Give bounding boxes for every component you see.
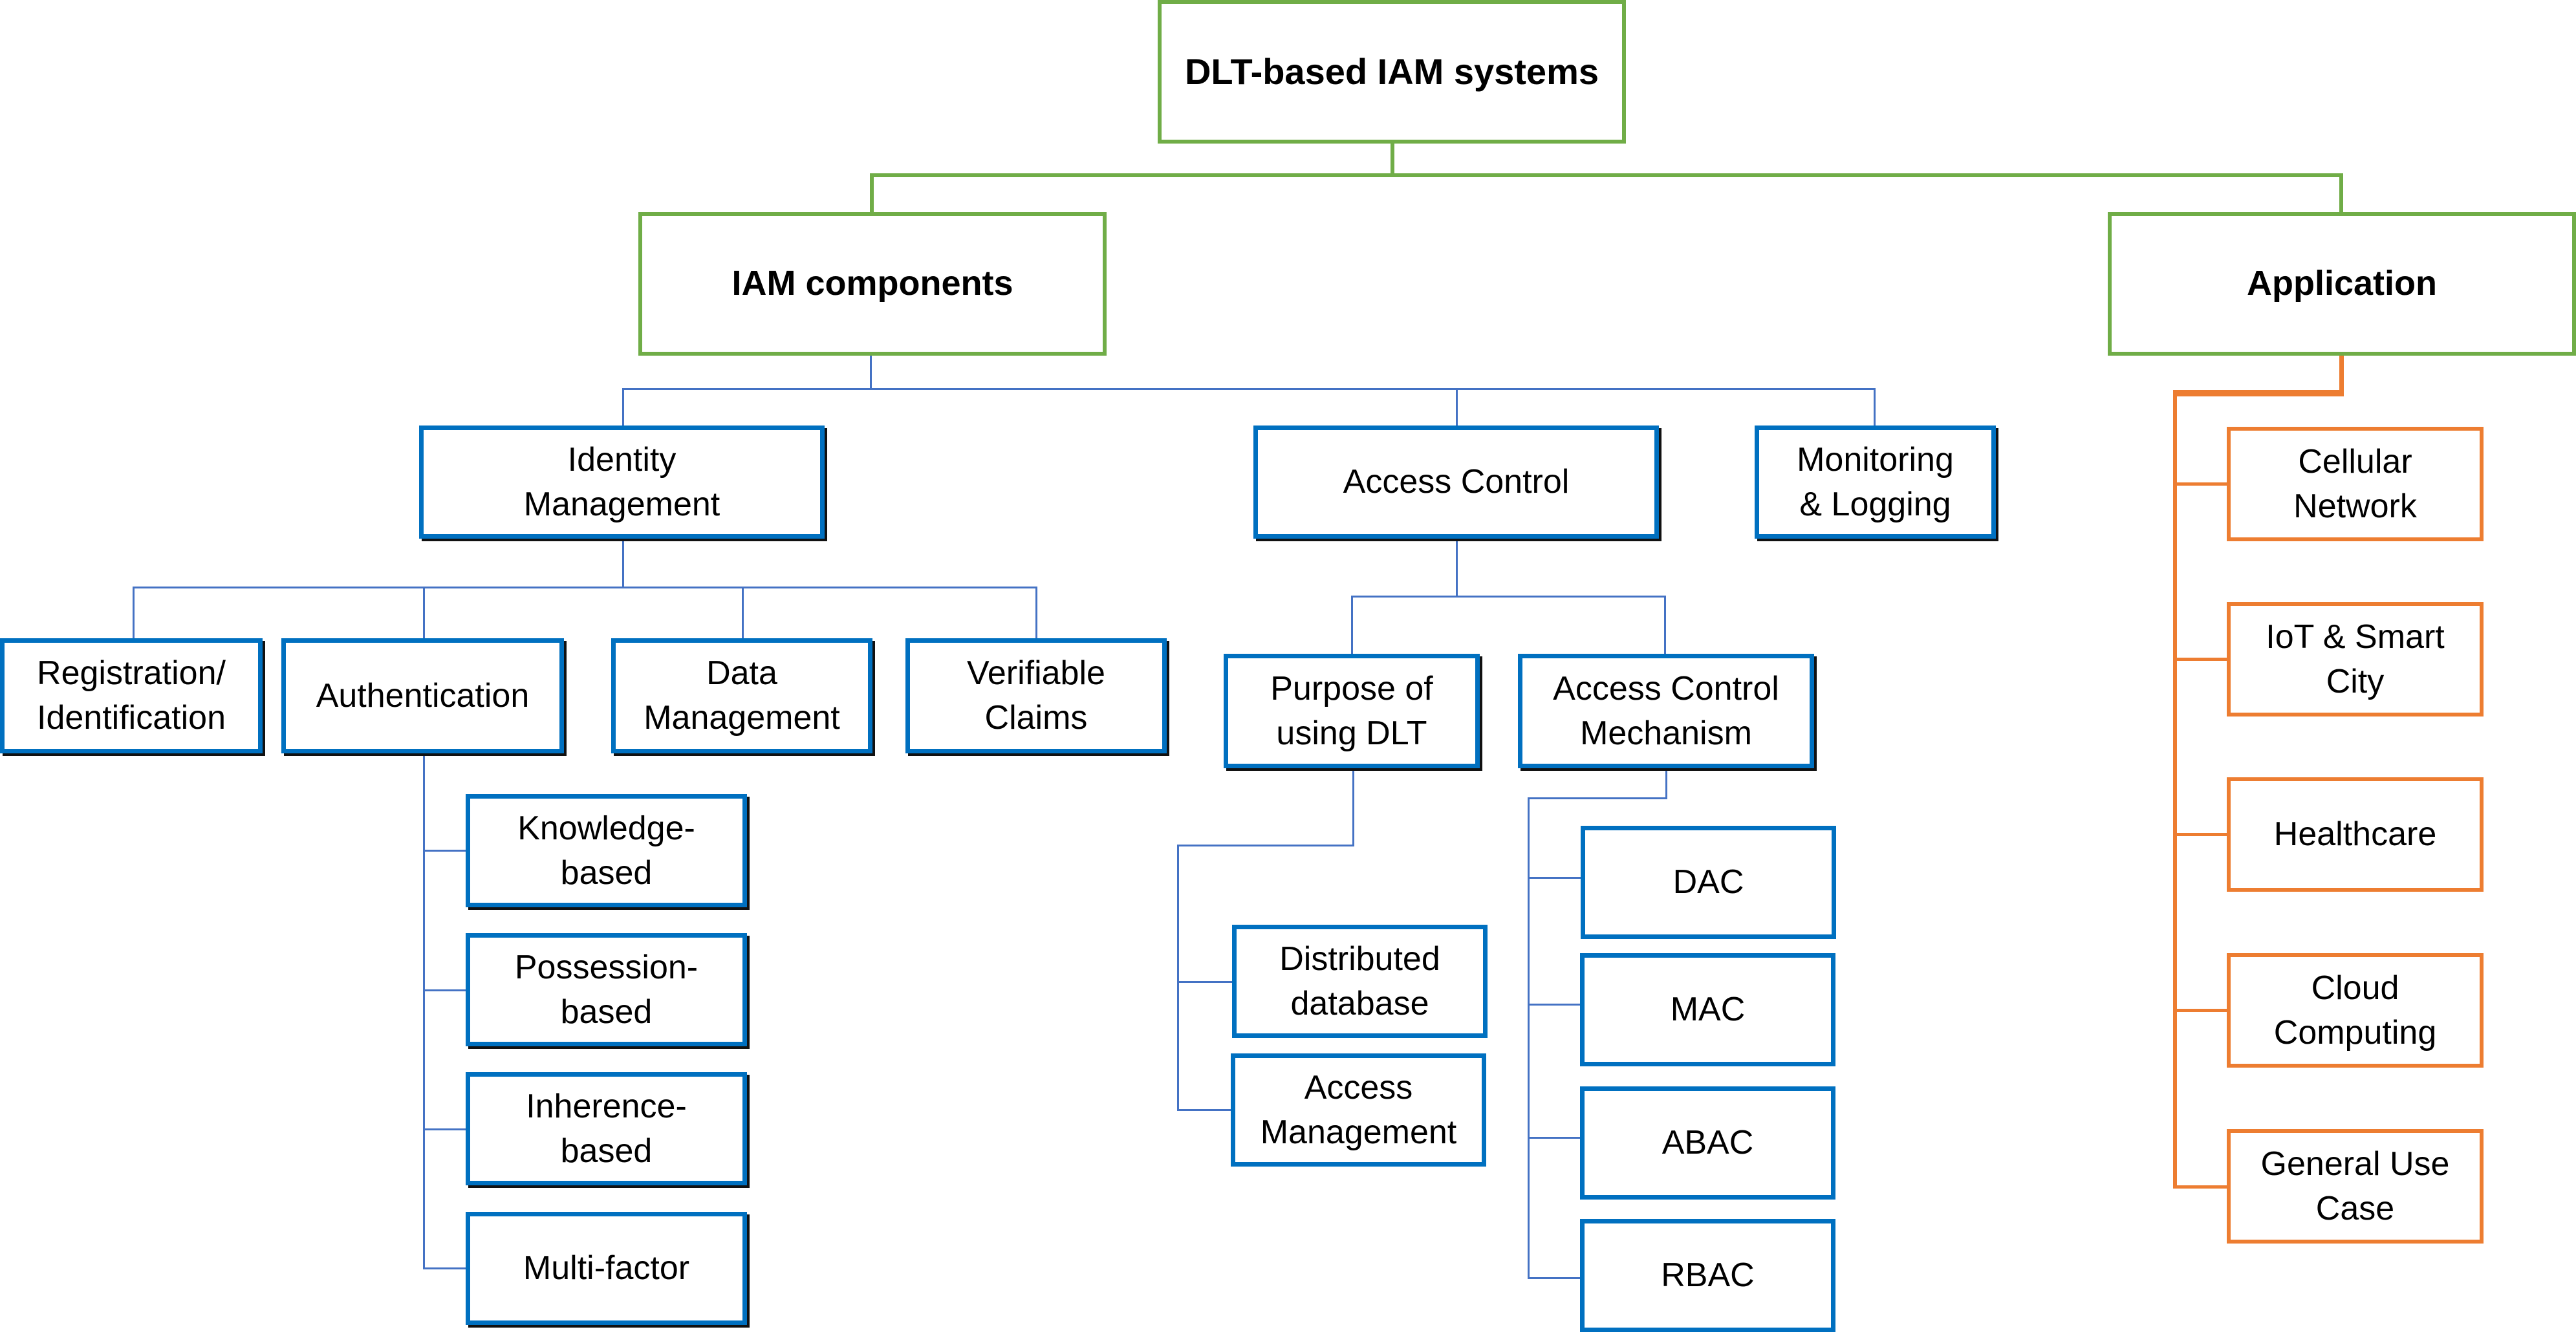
node-abac: ABAC <box>1580 1086 1835 1200</box>
node-rbac: RBAC <box>1580 1219 1835 1332</box>
connector <box>1528 797 1667 799</box>
connector <box>1351 596 1353 655</box>
connector <box>2173 833 2228 836</box>
node-access-control-mechanism: Access Control Mechanism <box>1518 654 1814 768</box>
node-authentication: Authentication <box>281 638 564 753</box>
connector <box>1874 388 1876 427</box>
node-data-management: Data Management <box>611 638 872 753</box>
node-application: Application <box>2108 212 2576 356</box>
connector <box>1528 877 1581 879</box>
connector <box>423 753 425 1269</box>
connector <box>1528 1277 1581 1279</box>
node-monitoring-logging: Monitoring & Logging <box>1755 426 1996 539</box>
node-purpose-of-dlt: Purpose of using DLT <box>1224 654 1480 768</box>
connector <box>622 388 1876 390</box>
node-iot-smart-city: IoT & Smart City <box>2227 602 2484 716</box>
node-general-use-case: General Use Case <box>2227 1129 2484 1244</box>
taxonomy-diagram: DLT-based IAM systems IAM components App… <box>0 0 2576 1336</box>
connector <box>1351 596 1666 598</box>
connector <box>2173 390 2177 1189</box>
node-knowledge-based: Knowledge- based <box>466 794 747 907</box>
node-possession-based: Possession- based <box>466 933 747 1046</box>
connector <box>870 352 872 389</box>
connector <box>622 388 624 427</box>
connector <box>1177 845 1179 1111</box>
connector <box>1665 768 1667 799</box>
node-distributed-database: Distributed database <box>1232 925 1488 1038</box>
connector <box>1528 1004 1581 1006</box>
connector <box>2173 658 2228 661</box>
connector <box>1391 141 1394 175</box>
node-healthcare: Healthcare <box>2227 777 2484 892</box>
node-mac: MAC <box>1580 953 1835 1066</box>
node-root: DLT-based IAM systems <box>1158 0 1626 144</box>
node-dac: DAC <box>1581 826 1836 939</box>
connector <box>1352 768 1354 846</box>
connector <box>1528 797 1530 1279</box>
node-iam-components: IAM components <box>638 212 1107 356</box>
connector <box>133 587 1037 588</box>
node-access-management: Access Management <box>1231 1053 1486 1167</box>
connector <box>423 1128 466 1130</box>
connector <box>1177 981 1232 983</box>
connector <box>622 539 624 588</box>
node-cellular-network: Cellular Network <box>2227 427 2484 541</box>
node-registration: Registration/ Identification <box>0 638 263 753</box>
connector <box>1528 1137 1581 1139</box>
connector <box>1035 587 1037 638</box>
connector <box>2173 482 2228 486</box>
connector <box>870 173 2343 177</box>
connector <box>423 989 466 991</box>
connector <box>423 587 425 638</box>
connector <box>2173 390 2344 396</box>
node-identity-management: Identity Management <box>419 426 825 539</box>
connector <box>1664 596 1666 655</box>
connector <box>870 173 874 213</box>
node-verifiable-claims: Verifiable Claims <box>905 638 1167 753</box>
connector <box>1456 388 1458 427</box>
connector <box>2173 1185 2228 1189</box>
connector <box>133 587 135 638</box>
node-cloud-computing: Cloud Computing <box>2227 953 2484 1068</box>
connector <box>1177 1109 1232 1111</box>
node-access-control: Access Control <box>1253 426 1659 539</box>
connector <box>2339 173 2343 213</box>
connector <box>1456 539 1458 597</box>
connector <box>2173 1009 2228 1012</box>
node-multi-factor: Multi-factor <box>466 1212 747 1325</box>
connector <box>423 850 466 852</box>
node-inherence-based: Inherence- based <box>466 1072 747 1185</box>
connector <box>1177 845 1354 846</box>
connector <box>742 587 744 638</box>
connector <box>423 1267 466 1269</box>
